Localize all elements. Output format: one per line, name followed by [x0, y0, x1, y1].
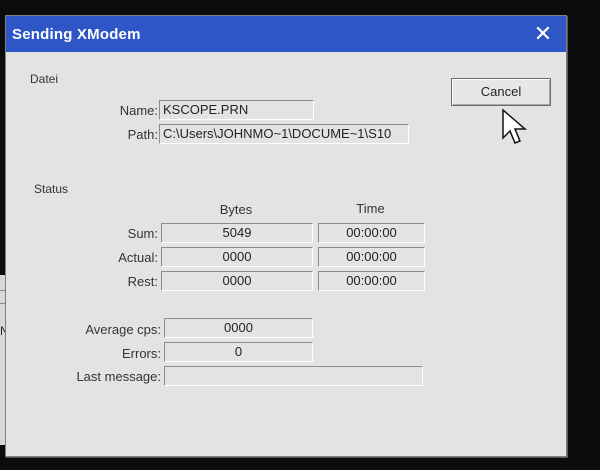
name-field: KSCOPE.PRN	[159, 100, 314, 120]
errors-field: 0	[164, 342, 313, 362]
errors-label: Errors:	[122, 346, 161, 361]
last-message-label: Last message:	[76, 369, 161, 384]
rest-time-field: 00:00:00	[318, 271, 425, 291]
mouse-pointer-icon	[502, 108, 528, 144]
close-icon[interactable]: ✕	[530, 21, 556, 47]
time-column-header: Time	[356, 201, 385, 216]
rest-bytes-field: 0000	[161, 271, 313, 291]
datei-group-label: Datei	[30, 72, 59, 86]
actual-label: Actual:	[118, 250, 158, 265]
actual-time-field: 00:00:00	[318, 247, 425, 267]
xmodem-dialog: Sending XModem ✕ Datei Name: KSCOPE.PRN …	[5, 15, 567, 457]
actual-bytes-field: 0000	[161, 247, 313, 267]
title-bar[interactable]: Sending XModem ✕	[6, 16, 566, 52]
cancel-button[interactable]: Cancel	[451, 78, 551, 106]
bytes-column-header: Bytes	[219, 202, 253, 217]
rest-label: Rest:	[127, 274, 158, 289]
sum-time-field: 00:00:00	[318, 223, 425, 243]
path-field: C:\Users\JOHNMO~1\DOCUME~1\S10	[159, 124, 409, 144]
name-label: Name:	[119, 103, 158, 118]
path-label: Path:	[127, 127, 158, 142]
status-group-label: Status	[34, 182, 69, 196]
sum-bytes-field: 5049	[161, 223, 313, 243]
average-cps-field: 0000	[164, 318, 313, 338]
dialog-title: Sending XModem	[12, 26, 141, 43]
sum-label: Sum:	[127, 226, 158, 241]
average-cps-label: Average cps:	[85, 322, 161, 337]
last-message-field	[164, 366, 423, 386]
